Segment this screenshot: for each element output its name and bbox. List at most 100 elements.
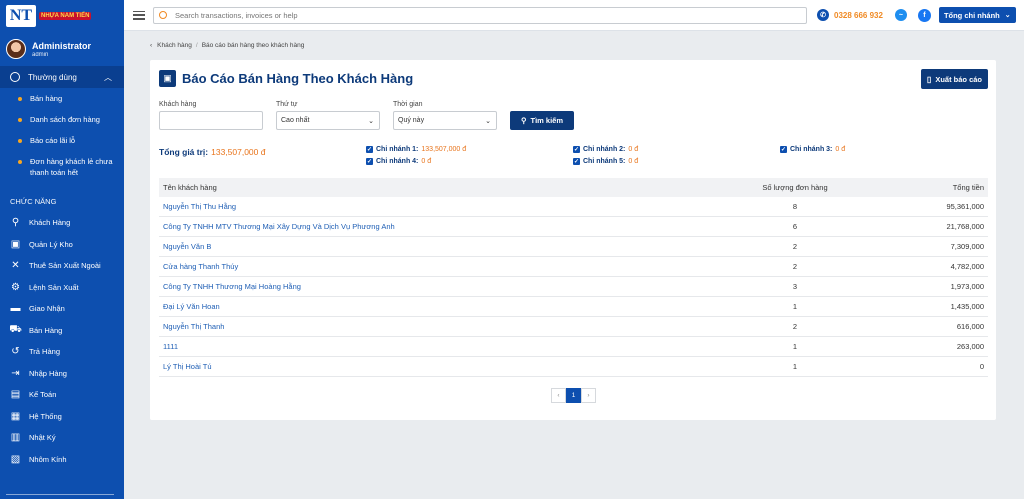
branch-select[interactable]: Tổng chi nhánh ⌄ [938, 7, 1016, 23]
report-icon: ▣ [159, 70, 176, 87]
sub-item-unpaid-orders[interactable]: Đơn hàng khách lẻ chưa thanh toán hết [0, 151, 124, 183]
order-count: 2 [792, 262, 798, 271]
sub-item-label: Danh sách đơn hàng [30, 115, 100, 124]
order-select-value: Cao nhất [281, 117, 310, 124]
user-name: Administrator [32, 40, 92, 51]
branch-label: Chi nhánh 4: [376, 158, 419, 165]
breadcrumb: ‹ Khách hàng / Báo cáo bán hàng theo khá… [150, 42, 304, 49]
clock-icon [10, 72, 20, 82]
order-count: 1 [792, 362, 798, 371]
search-box[interactable] [153, 6, 807, 24]
sidebar-item-delivery[interactable]: ▬ Giao Nhận [0, 298, 124, 320]
app-logo[interactable]: NT NHỰA NAM TIẾN [0, 0, 124, 32]
production-icon: ⚙ [11, 281, 20, 293]
order-count: 1 [792, 342, 798, 351]
header-customer-name[interactable]: Tên khách hàng [159, 183, 729, 192]
branch-value: 0 đ [835, 146, 846, 153]
return-icon: ↺ [11, 346, 20, 358]
customer-name-link[interactable]: Cửa hàng Thanh Thúy [159, 262, 729, 271]
sub-item-profit-report[interactable]: Báo cáo lãi lỗ [0, 130, 124, 151]
customer-filter-input[interactable] [159, 111, 263, 130]
customer-name-link[interactable]: Đại Lý Văn Hoan [159, 302, 729, 311]
sidebar-item-production[interactable]: ⚙ Lệnh Sản Xuất [0, 277, 124, 299]
search-icon: ⚲ [520, 116, 527, 125]
checkbox-checked-icon[interactable]: ✓ [573, 146, 580, 153]
sub-item-label: Đơn hàng khách lẻ chưa thanh toán hết [30, 157, 113, 177]
phone-contact[interactable]: ✆ 0328 666 932 [817, 9, 883, 21]
sidebar-item-sales[interactable]: ⛟ Bán Hàng [0, 320, 124, 342]
search-button[interactable]: ⚲ Tìm kiếm [510, 111, 574, 130]
customer-name-link[interactable]: Nguyễn Thị Thu Hằng [159, 202, 729, 211]
page-title: ▣ Báo Cáo Bán Hàng Theo Khách Hàng [159, 70, 413, 87]
branch-2-filter[interactable]: ✓ Chi nhánh 2: 0 đ [573, 146, 638, 153]
customer-name-link[interactable]: 1111 [159, 342, 729, 351]
order-count: 2 [792, 322, 798, 331]
checkbox-checked-icon[interactable]: ✓ [780, 146, 787, 153]
topbar: ✆ 0328 666 932 ~ f Tổng chi nhánh ⌄ [124, 0, 1024, 31]
table-row: Nguyễn Văn B 2 7,309,000 [159, 237, 988, 257]
total-amount: 1,435,000 [950, 302, 984, 311]
nav-group-frequent[interactable]: Thường dùng ︿ [0, 66, 124, 88]
customer-name-link[interactable]: Công Ty TNHH MTV Thương Mại Xây Dựng Và … [159, 222, 729, 231]
order-count: 3 [792, 282, 798, 291]
sidebar-item-glass[interactable]: ▧ Nhôm Kính [0, 449, 124, 471]
export-report-button[interactable]: ▯ Xuất báo cáo [920, 69, 988, 89]
branch-4-filter[interactable]: ✓ Chi nhánh 4: 0 đ [366, 158, 431, 165]
header-order-count[interactable]: Số lượng đơn hàng [729, 183, 861, 192]
checkbox-checked-icon[interactable]: ✓ [573, 158, 580, 165]
menu-label: Kế Toán [29, 390, 57, 400]
customer-name-link[interactable]: Lý Thị Hoài Tú [159, 362, 729, 371]
back-icon[interactable]: ‹ [150, 42, 152, 49]
customer-name-link[interactable]: Công Ty TNHH Thương Mại Hoàng Hằng [159, 282, 729, 291]
sidebar-item-warehouse[interactable]: ▣ Quản Lý Kho [0, 234, 124, 256]
chevron-down-icon: ⌄ [1004, 12, 1011, 19]
breadcrumb-parent[interactable]: Khách hàng [157, 42, 192, 49]
sidebar-item-returns[interactable]: ↺ Trả Hàng [0, 341, 124, 363]
sidebar-item-outsourcing[interactable]: ✕ Thuê Sản Xuất Ngoài [0, 255, 124, 277]
menu-label: Lệnh Sản Xuất [29, 282, 79, 292]
customer-filter-label: Khách hàng [159, 101, 197, 108]
sidebar-item-accounting[interactable]: ▤ Kế Toán [0, 384, 124, 406]
total-amount: 4,782,000 [950, 262, 984, 271]
pagination-next[interactable]: › [581, 388, 596, 403]
sub-item-order-list[interactable]: Danh sách đơn hàng [0, 109, 124, 130]
checkbox-checked-icon[interactable]: ✓ [366, 146, 373, 153]
total-value: Tổng giá trị: 133,507,000 đ [159, 147, 265, 157]
customer-name-link[interactable]: Nguyễn Văn B [159, 242, 729, 251]
sidebar-item-customers[interactable]: ⚲ Khách Hàng [0, 212, 124, 234]
pagination-page-1[interactable]: 1 [566, 388, 581, 403]
order-count: 6 [792, 222, 798, 231]
sub-item-label: Bán hàng [30, 94, 63, 103]
menu-label: Khách Hàng [29, 218, 71, 228]
menu-toggle-icon[interactable] [133, 10, 145, 20]
sidebar-item-import[interactable]: ⇥ Nhập Hàng [0, 363, 124, 385]
sidebar-item-system[interactable]: ▦ Hệ Thống [0, 406, 124, 428]
facebook-icon[interactable]: f [917, 8, 931, 22]
table-row: Công Ty TNHH Thương Mại Hoàng Hằng 3 1,973… [159, 277, 988, 297]
branch-1-filter[interactable]: ✓ Chi nhánh 1: 133,507,000 đ [366, 146, 466, 153]
phone-number: 0328 666 932 [834, 10, 883, 20]
menu-label: Nhật Ký [29, 433, 56, 443]
user-role: admin [32, 51, 49, 58]
table-header: Tên khách hàng Số lượng đơn hàng Tổng ti… [159, 178, 988, 197]
total-amount: 7,309,000 [950, 242, 984, 251]
table-row: Lý Thị Hoài Tú 1 0 [159, 357, 988, 377]
total-label: Tổng giá trị: [159, 147, 209, 157]
order-select[interactable]: Cao nhất ⌄ [276, 111, 380, 130]
header-total-amount[interactable]: Tổng tiền [861, 183, 988, 192]
sidebar-item-log[interactable]: ▥ Nhật Ký [0, 427, 124, 449]
search-input[interactable] [175, 10, 775, 20]
branch-select-value: Tổng chi nhánh [943, 10, 1000, 20]
customer-name-link[interactable]: Nguyễn Thị Thanh [159, 322, 729, 331]
time-select[interactable]: Quý này ⌄ [393, 111, 497, 130]
branch-3-filter[interactable]: ✓ Chi nhánh 3: 0 đ [780, 146, 845, 153]
user-profile[interactable]: Administrator admin [0, 32, 124, 66]
branch-5-filter[interactable]: ✓ Chi nhánh 5: 0 đ [573, 158, 638, 165]
time-filter-label: Thời gian [393, 101, 423, 108]
checkbox-checked-icon[interactable]: ✓ [366, 158, 373, 165]
menu-label: Hệ Thống [29, 411, 62, 421]
pagination-prev[interactable]: ‹ [551, 388, 566, 403]
sub-item-ban-hang[interactable]: Bán hàng [0, 88, 124, 109]
messenger-icon[interactable]: ~ [894, 9, 907, 21]
menu-label: Giao Nhận [29, 304, 65, 314]
